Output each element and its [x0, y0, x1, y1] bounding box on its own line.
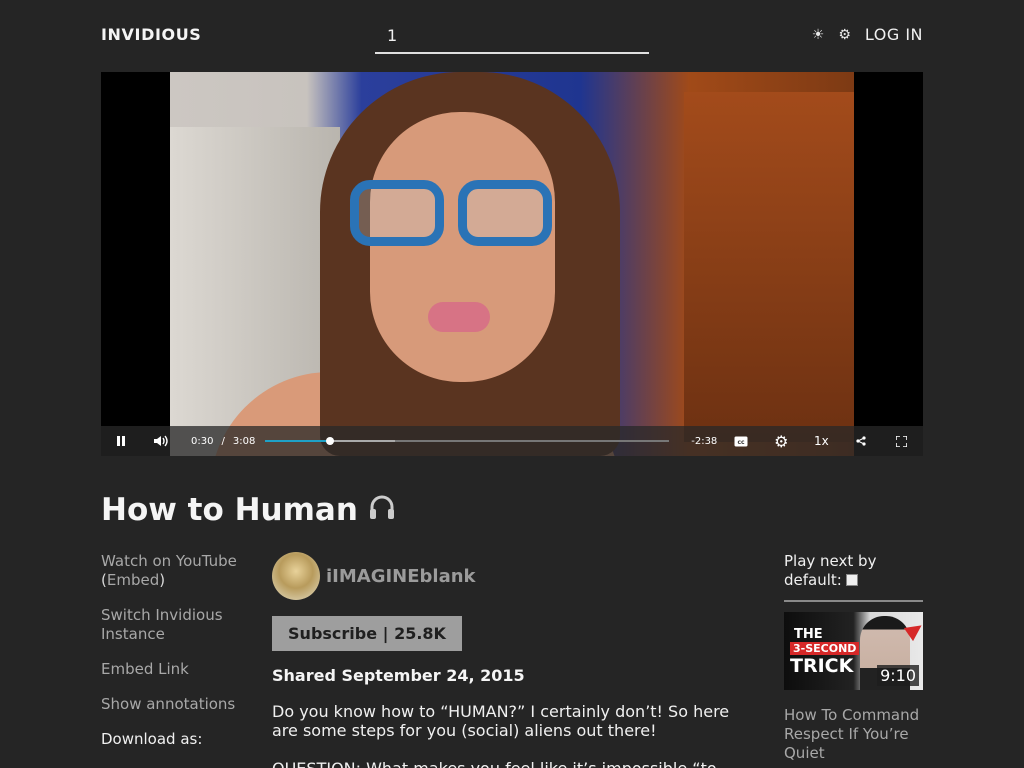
duration: 3:08: [232, 435, 256, 447]
remaining-time: -2:38: [691, 435, 718, 447]
lens-left: [350, 180, 444, 246]
progress-handle[interactable]: [325, 437, 334, 445]
video-description: Do you know how to “HUMAN?” I certainly …: [272, 702, 742, 768]
progress-fill: [265, 440, 330, 442]
background-shelf: [684, 92, 854, 442]
time-separator: /: [221, 435, 225, 447]
login-link[interactable]: LOG IN: [865, 25, 923, 44]
time-display: 0:30 / 3:08: [181, 436, 265, 447]
subscribe-button[interactable]: Subscribe | 25.8K: [272, 616, 462, 651]
switch-instance-link[interactable]: Switch Invidious Instance: [101, 606, 251, 644]
settings-icon[interactable]: ⚙: [761, 426, 801, 456]
playback-speed-button[interactable]: 1x: [801, 426, 841, 456]
gear-icon[interactable]: ⚙: [838, 27, 851, 43]
video-title: How to Human: [101, 492, 396, 528]
embed-link[interactable]: Embed Link: [101, 660, 251, 679]
player-controls: 0:30 / 3:08 -2:38 cc ⚙ 1x: [101, 426, 923, 456]
share-icon[interactable]: [841, 426, 881, 456]
lens-right: [458, 180, 552, 246]
thumbnail-text-line2: 3-SECOND: [790, 642, 860, 655]
site-logo[interactable]: INVIDIOUS: [101, 25, 201, 44]
description-paragraph: Do you know how to “HUMAN?” I certainly …: [272, 702, 730, 740]
channel-name[interactable]: iIMAGINEblank: [326, 566, 476, 587]
recommended-thumbnail[interactable]: THE 3-SECOND TRICK 9:10: [784, 612, 923, 690]
person-face: [370, 112, 555, 382]
video-links: Watch on YouTube (Embed) Switch Invidiou…: [101, 552, 251, 749]
thumbnail-text-line1: THE: [794, 627, 823, 642]
thumbnail-text-line3: TRICK: [790, 655, 854, 677]
svg-text:cc: cc: [738, 439, 746, 446]
video-title-text: How to Human: [101, 492, 358, 528]
header-actions: ☀ ⚙ LOG IN: [812, 25, 923, 44]
fullscreen-icon[interactable]: [881, 426, 921, 456]
divider: [784, 600, 923, 602]
progress-bar[interactable]: [265, 426, 670, 456]
video-player[interactable]: 0:30 / 3:08 -2:38 cc ⚙ 1x: [101, 72, 923, 456]
search-input[interactable]: [375, 20, 649, 50]
person-lips: [428, 302, 490, 332]
paren-close: ): [159, 571, 166, 589]
description-paragraph: QUESTION: What makes you feel like it’s …: [272, 759, 742, 768]
embed-link-inline[interactable]: Embed: [107, 571, 159, 589]
captions-icon[interactable]: cc: [721, 426, 761, 456]
channel-info[interactable]: iIMAGINEblank: [272, 552, 476, 600]
headphones-icon: [368, 494, 396, 527]
search-bar[interactable]: [375, 20, 649, 54]
avatar[interactable]: [272, 552, 320, 600]
publish-date: Shared September 24, 2015: [272, 666, 525, 685]
play-next-checkbox[interactable]: [845, 574, 858, 586]
video-frame[interactable]: [170, 72, 854, 456]
play-next-label: Play next by default:: [784, 552, 877, 589]
pause-icon[interactable]: [101, 426, 141, 456]
video-duration-badge: 9:10: [877, 665, 919, 686]
watch-on-youtube: Watch on YouTube (Embed): [101, 552, 251, 590]
current-time: 0:30: [191, 435, 214, 447]
volume-icon[interactable]: [141, 426, 181, 456]
show-annotations-link[interactable]: Show annotations: [101, 695, 251, 714]
glasses: [350, 180, 552, 246]
watch-on-youtube-link[interactable]: Watch on YouTube: [101, 552, 237, 570]
sun-icon[interactable]: ☀: [812, 27, 825, 43]
recommended-title-link[interactable]: How To Command Respect If You’re Quiet: [784, 706, 923, 763]
download-label: Download as:: [101, 730, 203, 748]
play-next-toggle: Play next by default:: [784, 552, 923, 590]
